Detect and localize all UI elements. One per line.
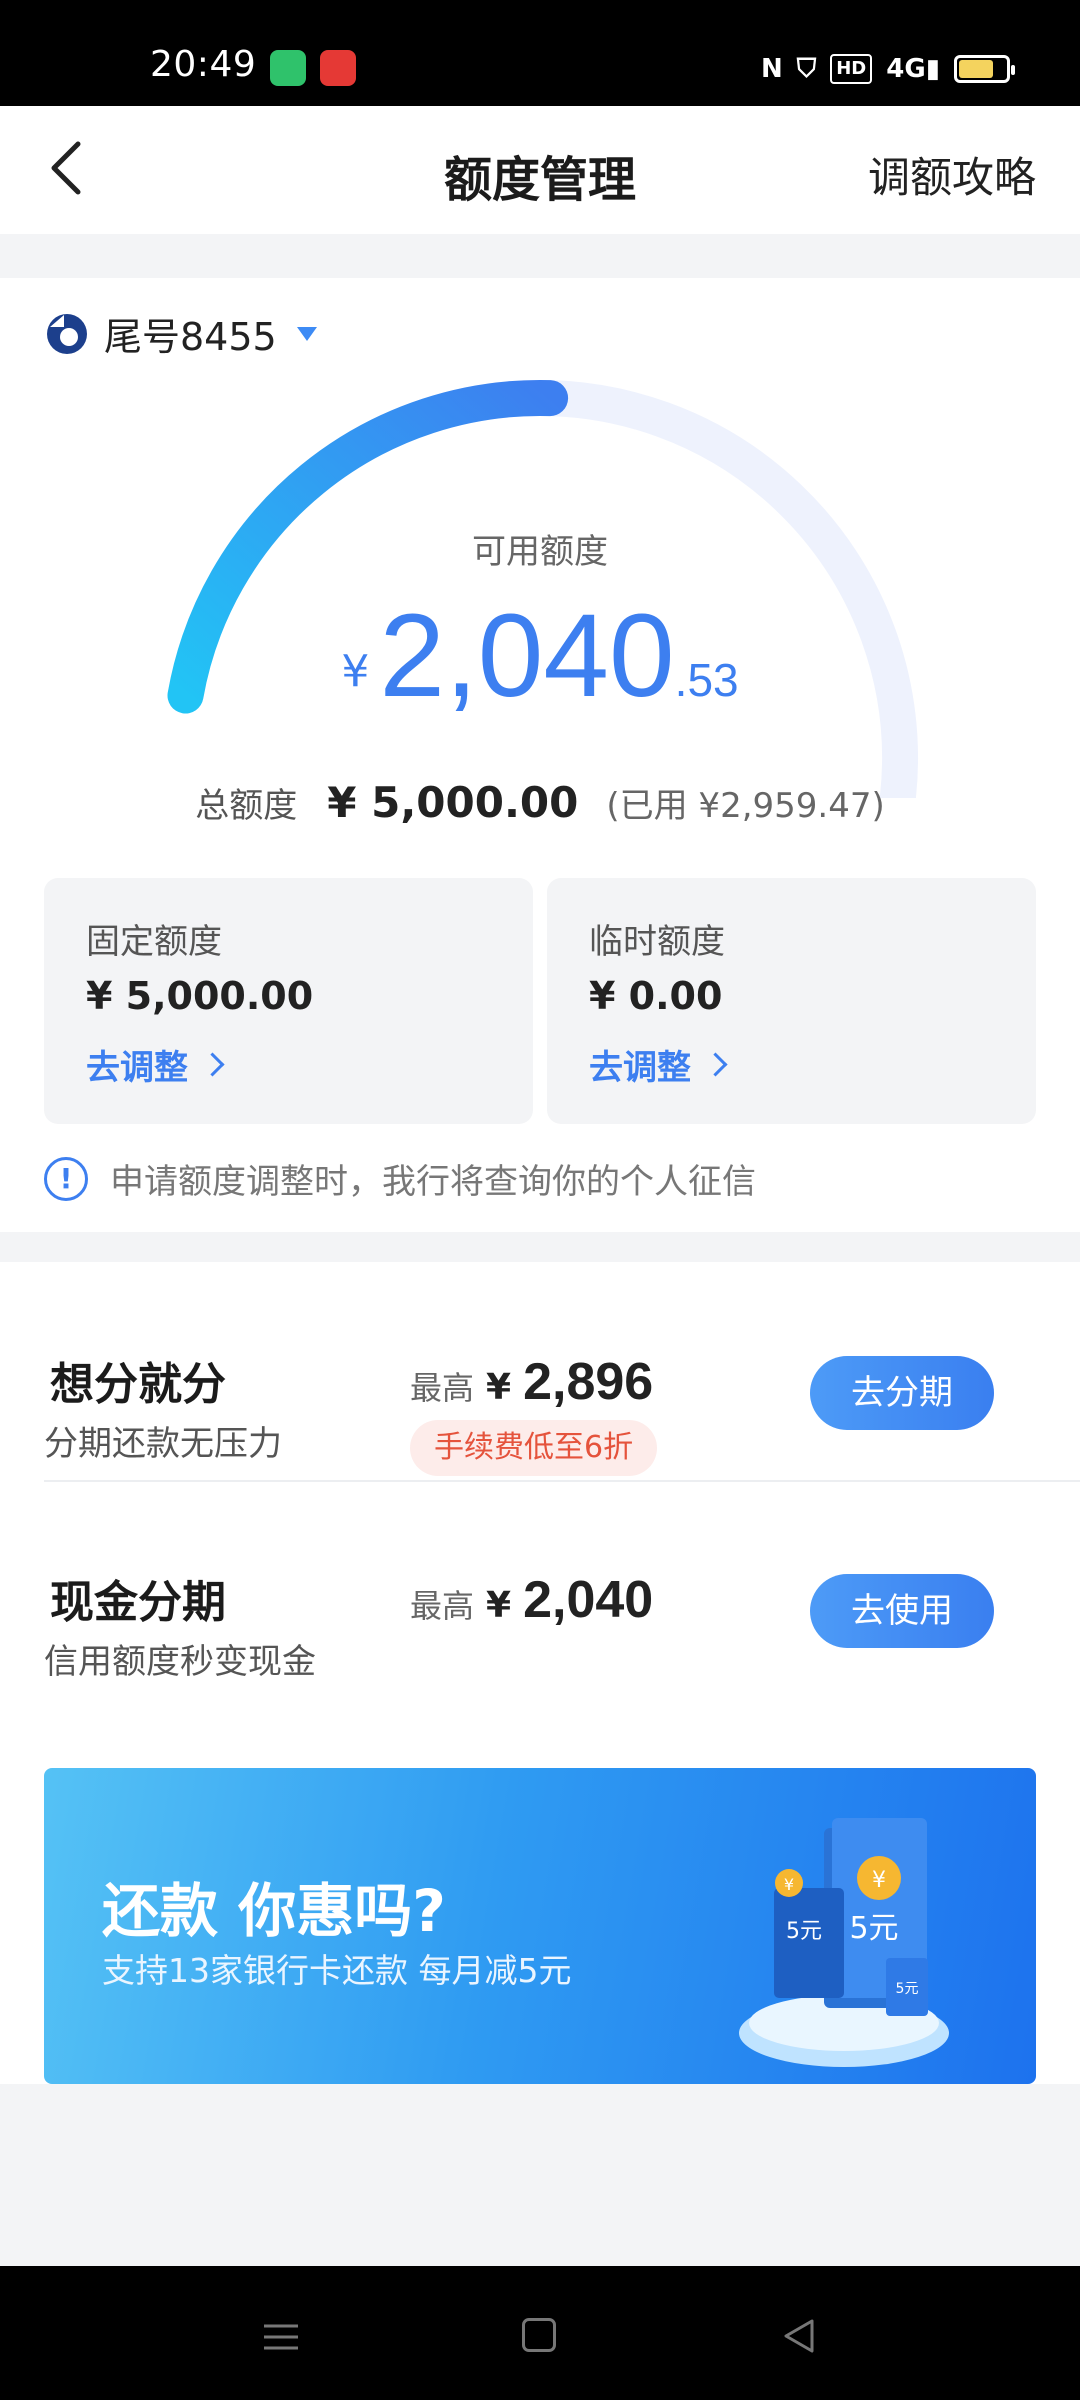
fee-discount-badge: 手续费低至6折 — [410, 1420, 658, 1476]
limit-breakdown: 固定额度 ¥ 5,000.00 去调整 临时额度 ¥ 0.00 去调整 — [44, 878, 1036, 1124]
offer-row-installment: 想分就分 分期还款无压力 最高 ¥ 2,896 手续费低至6折 去分期 — [0, 1348, 1080, 1508]
credit-check-notice: ! 申请额度调整时，我行将查询你的个人征信 — [44, 1154, 756, 1203]
app-red-icon — [320, 50, 356, 86]
offer-max-label: 最高 — [410, 1587, 475, 1625]
notice-text: 申请额度调整时，我行将查询你的个人征信 — [110, 1162, 756, 1202]
offer-subtitle: 信用额度秒变现金 — [44, 1642, 316, 1682]
info-icon: ! — [44, 1156, 88, 1201]
signal-4g-icon: 4G▮ — [886, 54, 940, 84]
banner-title: 还款 你惠吗? — [102, 1877, 446, 1945]
status-icons: N ⛉ HD 4G▮ — [760, 52, 1015, 86]
available-limit-amount: ¥2,040.53 — [0, 588, 1080, 724]
app-green-icon — [270, 50, 306, 86]
offer-title: 想分就分 — [50, 1359, 226, 1410]
currency-symbol: ¥ — [341, 646, 370, 697]
home-icon[interactable] — [522, 2318, 556, 2352]
status-bar: 20:49 N ⛉ HD 4G▮ — [0, 0, 1080, 106]
divider — [44, 1480, 1080, 1482]
coin-symbol: ¥ — [784, 1875, 794, 1894]
adjust-fixed-limit-link[interactable]: 去调整 — [86, 1040, 225, 1089]
total-limit-row: 总额度 ¥ 5,000.00 (已用 ¥2,959.47) — [0, 778, 1080, 827]
hd-icon: HD — [830, 54, 873, 84]
battery-icon — [954, 55, 1015, 83]
fixed-limit-value: ¥ 5,000.00 — [86, 974, 314, 1018]
signal-label: 4G — [886, 54, 926, 84]
system-navigation-bar — [0, 2266, 1080, 2400]
temporary-limit-value: ¥ 0.00 — [589, 974, 723, 1018]
temporary-limit-card: 临时额度 ¥ 0.00 去调整 — [547, 878, 1036, 1124]
available-limit-decimal: .53 — [674, 654, 739, 706]
page-bottom-spacer — [0, 2166, 1080, 2266]
adjust-temporary-limit-link[interactable]: 去调整 — [589, 1040, 728, 1089]
system-back-icon[interactable] — [780, 2316, 820, 2356]
offer-title: 现金分期 — [50, 1577, 226, 1628]
offer-max-value: 2,896 — [523, 1353, 654, 1411]
offer-max-amount: 最高 ¥ 2,040 — [410, 1570, 653, 1630]
repayment-promo-banner[interactable]: 还款 你惠吗? 支持13家银行卡还款 每月减5元 ¥ ¥ 5元 5元 5元 — [44, 1768, 1036, 2084]
go-use-button[interactable]: 去使用 — [810, 1574, 994, 1648]
top-navigation-bar: 额度管理 调额攻略 — [0, 106, 1080, 234]
temporary-limit-label: 临时额度 — [589, 922, 725, 962]
promo-banner-section: 还款 你惠吗? 支持13家银行卡还款 每月减5元 ¥ ¥ 5元 5元 5元 — [0, 1740, 1080, 2084]
total-limit-label: 总额度 — [195, 786, 298, 826]
banner-subtitle: 支持13家银行卡还款 每月减5元 — [102, 1951, 572, 1990]
offer-max-label: 最高 — [410, 1369, 475, 1407]
coupon-label: 5元 — [849, 1911, 898, 1946]
shield-icon: ⛉ — [796, 53, 817, 84]
available-limit-integer: 2,040 — [379, 590, 675, 722]
coin-symbol: ¥ — [872, 1868, 886, 1893]
coupon-label: 5元 — [896, 1981, 919, 1997]
currency-symbol: ¥ — [486, 1585, 512, 1626]
available-limit-label: 可用额度 — [472, 532, 608, 572]
installment-offers-card: 想分就分 分期还款无压力 最高 ¥ 2,896 手续费低至6折 去分期 现金分期… — [0, 1262, 1080, 1740]
coupon-illustration-icon: ¥ ¥ 5元 5元 5元 — [739, 1818, 949, 2067]
adjust-link-label: 去调整 — [86, 1048, 188, 1088]
total-limit-value: ¥ 5,000.00 — [327, 778, 579, 827]
nfc-icon: N — [760, 54, 783, 84]
fixed-limit-label: 固定额度 — [86, 922, 222, 962]
limit-strategy-link[interactable]: 调额攻略 — [868, 144, 1036, 205]
go-installment-button[interactable]: 去分期 — [810, 1356, 994, 1430]
chevron-right-icon — [200, 1052, 225, 1077]
bank-logo-icon — [47, 313, 87, 354]
offer-row-cash-installment: 现金分期 信用额度秒变现金 最高 ¥ 2,040 去使用 — [0, 1566, 1080, 1726]
adjust-link-label: 去调整 — [589, 1048, 691, 1088]
fixed-limit-card: 固定额度 ¥ 5,000.00 去调整 — [44, 878, 533, 1124]
status-time: 20:49 — [150, 44, 257, 85]
offer-subtitle: 分期还款无压力 — [44, 1424, 282, 1464]
offer-max-value: 2,040 — [523, 1571, 654, 1629]
recent-apps-icon[interactable] — [262, 2322, 300, 2352]
coupon-label: 5元 — [786, 1919, 822, 1944]
used-amount: (已用 ¥2,959.47) — [606, 786, 885, 826]
offer-max-amount: 最高 ¥ 2,896 — [410, 1352, 653, 1412]
currency-symbol: ¥ — [486, 1367, 512, 1408]
chevron-right-icon — [703, 1052, 728, 1077]
credit-limit-card: 尾号8455 可用额度 ¥2,040.53 总额度 ¥ 5,000.00 (已用 ¥… — [0, 278, 1080, 1232]
